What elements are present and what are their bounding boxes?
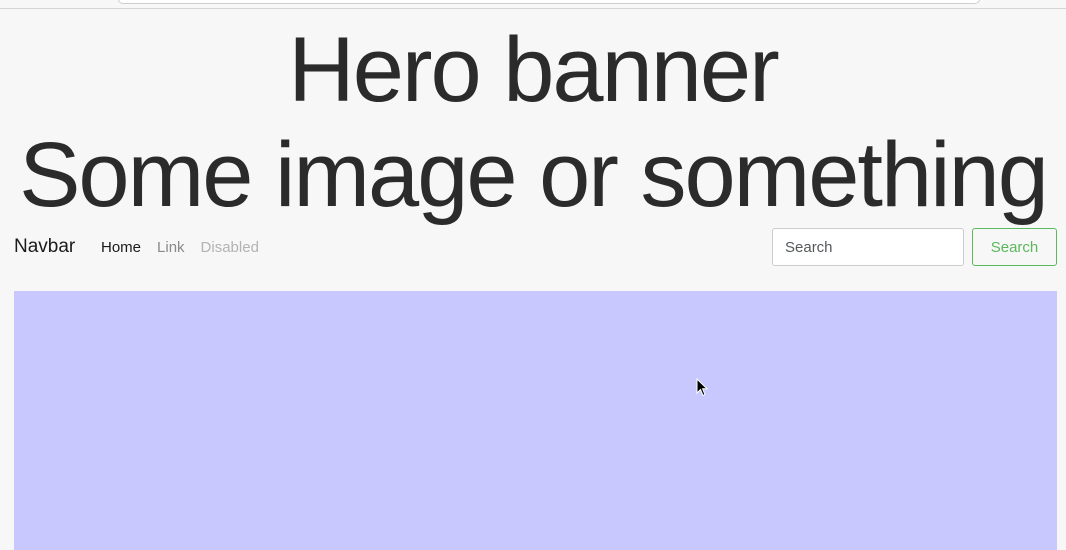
hero-banner: Hero banner Some image or something (0, 10, 1066, 226)
address-bar[interactable] (118, 0, 980, 4)
mouse-pointer-icon (696, 378, 708, 397)
nav-links: Home Link Disabled (101, 238, 275, 258)
hero-subtitle: Some image or something (19, 124, 1049, 226)
content-block (14, 291, 1057, 550)
search-button[interactable]: Search (972, 228, 1057, 266)
hero-title: Hero banner (288, 19, 779, 121)
nav-link-disabled: Disabled (200, 239, 259, 256)
browser-chrome (0, 0, 1066, 9)
navbar-brand[interactable]: Navbar (14, 235, 75, 259)
navbar: Navbar Home Link Disabled Search (0, 222, 1066, 272)
page: Hero banner Some image or something Navb… (0, 0, 1066, 550)
nav-link-home[interactable]: Home (101, 238, 141, 258)
nav-link-link[interactable]: Link (157, 238, 185, 258)
search-input[interactable] (772, 228, 964, 266)
